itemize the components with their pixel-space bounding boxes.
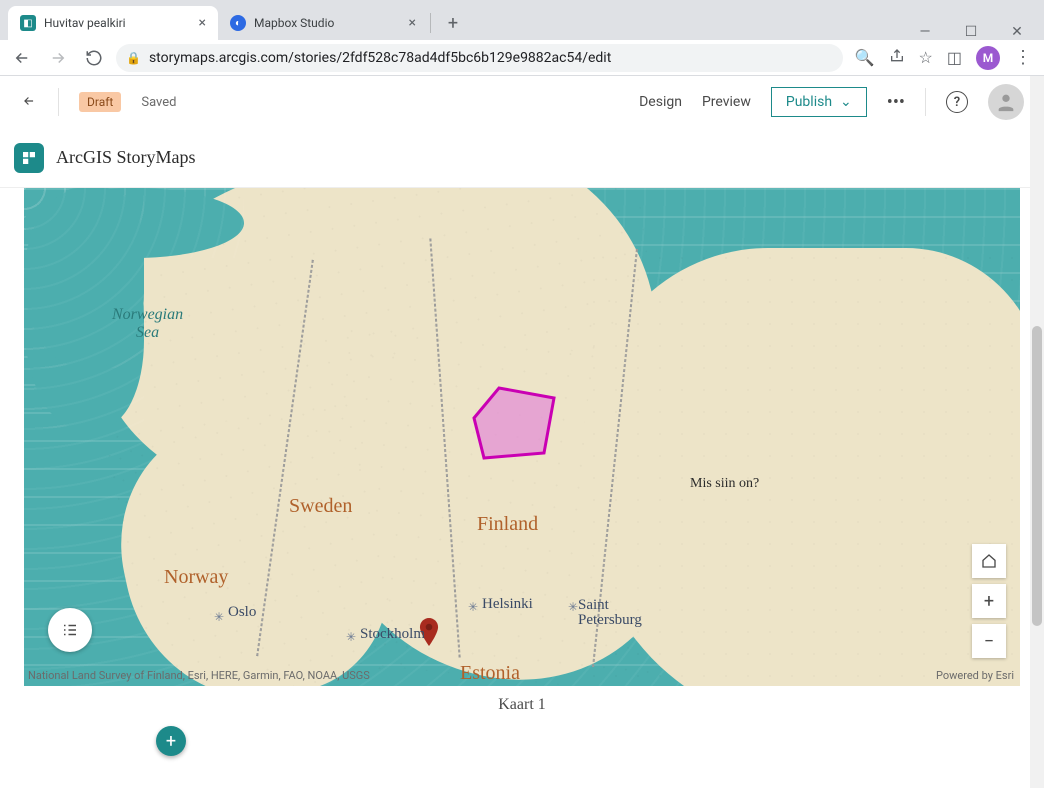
- nav-reload-button[interactable]: [80, 44, 108, 72]
- country-label-norway: Norway: [164, 566, 228, 589]
- address-bar[interactable]: 🔒 storymaps.arcgis.com/stories/2fdf528c7…: [116, 44, 843, 72]
- sea-label-norwegian: Norwegian Sea: [112, 306, 183, 342]
- map-zoom-out-button[interactable]: −: [972, 624, 1006, 658]
- draft-badge: Draft: [79, 92, 121, 112]
- browser-tab-strip: ◧ Huvitav pealkiri × ◐ Mapbox Studio × +…: [0, 0, 1044, 40]
- reader-icon[interactable]: ◫: [947, 48, 962, 67]
- country-label-estonia: Estonia: [460, 662, 520, 685]
- separator: [58, 88, 59, 116]
- browser-tab-active[interactable]: ◧ Huvitav pealkiri ×: [8, 6, 218, 40]
- map-legend-button[interactable]: [48, 608, 92, 652]
- city-label-helsinki: Helsinki: [482, 596, 533, 613]
- publish-label: Publish: [786, 94, 832, 110]
- country-label-sweden: Sweden: [289, 495, 352, 518]
- city-marker-helsinki: [472, 606, 482, 616]
- window-close-icon[interactable]: ✕: [1004, 24, 1030, 40]
- chevron-down-icon: ⌄: [840, 94, 852, 110]
- story-content: Norwegian Sea Norway Sweden Finland Esto…: [0, 188, 1044, 788]
- city-label-stockholm: Stockholm: [360, 626, 425, 643]
- map-home-button[interactable]: [972, 544, 1006, 578]
- app-header: Draft Saved Design Preview Publish ⌄ •••…: [0, 76, 1044, 128]
- share-icon[interactable]: [889, 48, 905, 68]
- design-link[interactable]: Design: [639, 94, 682, 110]
- window-minimize-icon[interactable]: ―: [912, 24, 938, 40]
- nav-back-button[interactable]: [8, 44, 36, 72]
- brand-name: ArcGIS StoryMaps: [56, 147, 196, 168]
- window-controls: ― ☐ ✕: [912, 20, 1044, 40]
- scrollbar-thumb[interactable]: [1032, 326, 1042, 626]
- saved-status: Saved: [141, 95, 176, 110]
- close-icon[interactable]: ×: [409, 15, 416, 31]
- more-menu-button[interactable]: •••: [887, 92, 905, 113]
- bookmark-icon[interactable]: ☆: [919, 48, 933, 67]
- help-button[interactable]: ?: [946, 91, 968, 113]
- browser-menu-icon[interactable]: ⋮: [1014, 47, 1032, 68]
- city-marker-stockholm: [350, 636, 360, 646]
- user-avatar[interactable]: [988, 84, 1024, 120]
- city-label-stpetersburg: Saint Petersburg: [578, 598, 642, 628]
- page-scrollbar[interactable]: [1030, 76, 1044, 788]
- tab-separator: [430, 13, 431, 33]
- window-maximize-icon[interactable]: ☐: [958, 24, 984, 40]
- separator: [925, 88, 926, 116]
- city-label-oslo: Oslo: [228, 604, 256, 621]
- app-back-button[interactable]: [20, 92, 38, 113]
- browser-profile-avatar[interactable]: M: [976, 46, 1000, 70]
- storymaps-logo-icon: [14, 143, 44, 173]
- browser-toolbar: 🔒 storymaps.arcgis.com/stories/2fdf528c7…: [0, 40, 1044, 76]
- land-russia: [584, 248, 1020, 686]
- brand-bar: ArcGIS StoryMaps: [0, 128, 1044, 188]
- map-zoom-in-button[interactable]: +: [972, 584, 1006, 618]
- publish-button[interactable]: Publish ⌄: [771, 87, 867, 117]
- preview-link[interactable]: Preview: [702, 94, 751, 110]
- add-block-button[interactable]: +: [156, 726, 186, 756]
- favicon-mapbox: ◐: [230, 15, 246, 31]
- favicon-storymaps: ◧: [20, 15, 36, 31]
- close-icon[interactable]: ×: [199, 15, 206, 31]
- map-powered-by: Powered by Esri: [936, 669, 1014, 682]
- url-text: storymaps.arcgis.com/stories/2fdf528c78a…: [149, 50, 611, 66]
- map-polygon-overlay[interactable]: [469, 383, 559, 463]
- map-caption[interactable]: Kaart 1: [0, 696, 1044, 714]
- nav-forward-button[interactable]: [44, 44, 72, 72]
- tab-title: Huvitav pealkiri: [44, 16, 191, 30]
- tab-title: Mapbox Studio: [254, 16, 401, 30]
- new-tab-button[interactable]: +: [439, 9, 467, 37]
- lock-icon: 🔒: [126, 51, 141, 65]
- country-label-finland: Finland: [477, 513, 538, 536]
- map-annotation[interactable]: Mis siin on?: [690, 476, 759, 492]
- city-marker-oslo: [218, 616, 228, 626]
- map-attribution: National Land Survey of Finland, Esri, H…: [28, 669, 370, 682]
- zoom-icon[interactable]: 🔍: [855, 48, 875, 67]
- browser-tab[interactable]: ◐ Mapbox Studio ×: [218, 6, 428, 40]
- map-frame[interactable]: Norwegian Sea Norway Sweden Finland Esto…: [24, 188, 1020, 686]
